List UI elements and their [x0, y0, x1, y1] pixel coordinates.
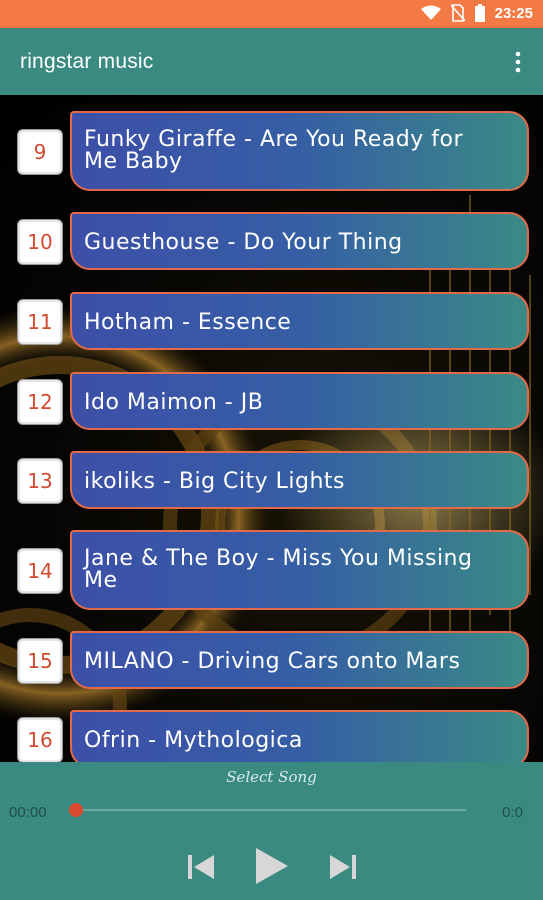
song-title-line: Funky Giraffe - Are You Ready for [84, 127, 464, 152]
song-title-line: MILANO - Driving Cars onto Mars [84, 649, 461, 674]
song-row[interactable]: 10 Guesthouse - Do Your Thing [0, 212, 543, 270]
song-row[interactable]: 9 Funky Giraffe - Are You Ready for Me Bab… [0, 111, 543, 191]
song-number: 13 [17, 458, 63, 504]
song-row[interactable]: 11 Hotham - Essence [0, 292, 543, 350]
status-icons: 23:25 [420, 4, 533, 22]
wifi-icon [420, 5, 441, 21]
song-title-line: Me Baby [84, 149, 183, 174]
app-bar: ringstar music [0, 28, 543, 95]
song-title-button[interactable]: Ido Maimon - JB [70, 372, 529, 430]
song-row[interactable]: 12 Ido Maimon - JB [0, 372, 543, 430]
song-title-button[interactable]: Ofrin - Mythologica [70, 710, 529, 762]
song-number: 16 [17, 717, 63, 762]
clock: 23:25 [494, 4, 533, 22]
song-list: 9 Funky Giraffe - Are You Ready for Me Bab… [0, 95, 543, 762]
song-title-line: Hotham - Essence [84, 310, 292, 335]
song-title-line: Ofrin - Mythologica [84, 728, 303, 753]
song-row[interactable]: 13 ikoliks - Big City Lights [0, 451, 543, 509]
song-row[interactable]: 14 Jane & The Boy - Miss You Missing Me [0, 530, 543, 610]
next-icon[interactable] [322, 847, 362, 887]
status-bar: 23:25 [0, 0, 543, 28]
song-title-button[interactable]: ikoliks - Big City Lights [70, 451, 529, 509]
now-playing-label: Select Song [226, 768, 317, 786]
song-number: 9 [17, 129, 63, 175]
song-number: 12 [17, 379, 63, 425]
player-bar: Select Song 00:00 0:0 [0, 762, 543, 900]
total-time: 0:0 [502, 804, 523, 821]
song-title-line: ikoliks - Big City Lights [84, 469, 346, 494]
song-row[interactable]: 16 Ofrin - Mythologica [0, 710, 543, 762]
overflow-menu-icon[interactable] [513, 50, 523, 74]
song-row[interactable]: 15 MILANO - Driving Cars onto Mars [0, 631, 543, 689]
song-title-button[interactable]: Guesthouse - Do Your Thing [70, 212, 529, 270]
song-number: 15 [17, 638, 63, 684]
song-title-button[interactable]: MILANO - Driving Cars onto Mars [70, 631, 529, 689]
seek-bar[interactable] [76, 809, 466, 811]
song-title-line: Jane & The Boy - Miss You Missing [84, 546, 473, 571]
song-title-button[interactable]: Hotham - Essence [70, 292, 529, 350]
play-icon[interactable] [248, 844, 292, 888]
seek-thumb[interactable] [69, 803, 83, 817]
song-list-area: 9 Funky Giraffe - Are You Ready for Me Bab… [0, 95, 543, 762]
app-title: ringstar music [20, 50, 154, 73]
elapsed-time: 00:00 [9, 804, 47, 821]
song-number: 14 [17, 548, 63, 594]
song-title-line: Ido Maimon - JB [84, 390, 264, 415]
song-title-button[interactable]: Jane & The Boy - Miss You Missing Me [70, 530, 529, 610]
song-title-button[interactable]: Funky Giraffe - Are You Ready for Me Baby [70, 111, 529, 191]
no-sim-icon [450, 4, 465, 22]
song-title-line: Me [84, 568, 118, 593]
battery-icon [474, 4, 485, 22]
song-title-line: Guesthouse - Do Your Thing [84, 230, 403, 255]
song-number: 10 [17, 219, 63, 265]
previous-icon[interactable] [182, 847, 222, 887]
song-number: 11 [17, 299, 63, 345]
